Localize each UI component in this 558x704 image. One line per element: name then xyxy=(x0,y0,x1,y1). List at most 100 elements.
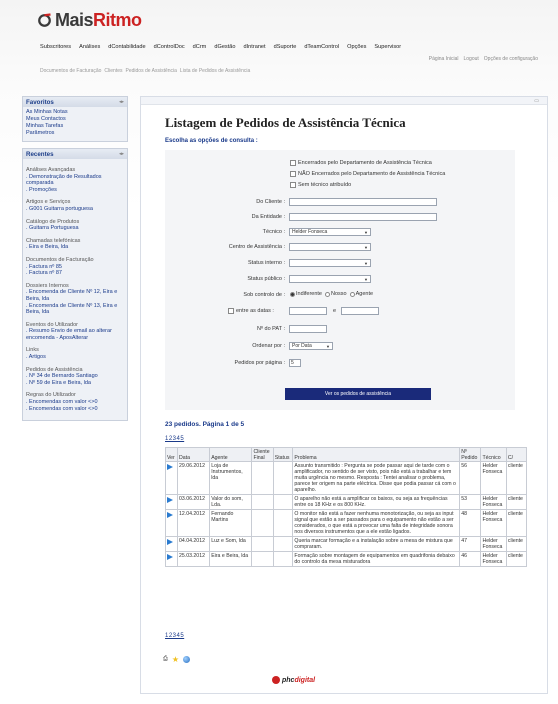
recent-item[interactable]: . Nº 59 de Eira e Beira, lda xyxy=(26,380,124,387)
breadcrumb-item[interactable]: Pedidos de Assistência xyxy=(126,68,177,74)
logo[interactable]: MaisRitmo xyxy=(37,10,142,31)
toplink-item[interactable]: Opções de configuração xyxy=(484,56,538,62)
topnav-item[interactable]: dGestão xyxy=(214,44,235,50)
pat-input[interactable] xyxy=(289,325,327,333)
recent-item[interactable]: . Encomenda de Cliente Nº 13, Eira e Bei… xyxy=(26,303,124,316)
public-status-select[interactable]: ▼ xyxy=(289,275,371,283)
column-header[interactable]: C/ xyxy=(505,447,528,462)
date-to-input[interactable] xyxy=(341,307,379,315)
table-row[interactable]: 25.03.2012 Eira e Beira, lda Formação sobr… xyxy=(165,551,528,567)
recent-item[interactable]: . Encomenda de Cliente Nº 12, Eira e Bei… xyxy=(26,289,124,302)
checkbox[interactable] xyxy=(290,182,296,188)
favorite-link[interactable]: Parâmetros xyxy=(26,130,124,137)
topnav-item[interactable]: Opções xyxy=(347,44,366,50)
table-row[interactable]: 03.06.2012 Valor do som, Lda. O aparelho n… xyxy=(165,494,528,510)
checkbox[interactable] xyxy=(290,171,296,177)
toplink-item[interactable]: Página Inicial xyxy=(429,56,459,62)
print-icon[interactable]: ⎙ xyxy=(163,656,168,663)
recent-item[interactable]: . Encomendas com valor <>0 xyxy=(26,399,124,406)
control-label: Sob controlo de : xyxy=(243,292,285,298)
play-icon[interactable] xyxy=(167,464,173,470)
technician-cell: Helder Fonseca xyxy=(480,536,507,552)
column-header[interactable]: Ver xyxy=(165,447,178,462)
column-header[interactable]: Técnico xyxy=(480,447,507,462)
close-icon[interactable]: ▭ xyxy=(534,98,539,104)
footer-brand[interactable]: phcdigital xyxy=(272,676,315,684)
breadcrumb-item[interactable]: Lista de Pedidos de Assistência xyxy=(180,68,250,74)
pagination-bottom[interactable]: 12345 xyxy=(165,633,184,639)
favorite-link[interactable]: Meus Contactos xyxy=(26,116,124,123)
recent-item[interactable]: . Encomendas com valor <>0 xyxy=(26,406,124,413)
order-select[interactable]: Por Data ▼ xyxy=(289,342,333,350)
topnav-item[interactable]: dSuporte xyxy=(274,44,297,50)
center-select[interactable]: ▼ xyxy=(289,243,371,251)
topnav-item[interactable]: dIntranet xyxy=(244,44,266,50)
breadcrumb-item[interactable]: Documentos de Facturação xyxy=(40,68,101,74)
collapse-icon[interactable]: ◂▸ xyxy=(119,151,124,157)
column-header[interactable]: Problema xyxy=(292,447,461,462)
end-client-cell xyxy=(251,494,274,510)
recent-item[interactable]: . Eira e Beira, lda xyxy=(26,244,124,251)
topnav-item[interactable]: Supervisor xyxy=(374,44,401,50)
favorite-link[interactable]: Minhas Tarefas xyxy=(26,123,124,130)
star-icon[interactable]: ★ xyxy=(172,655,179,664)
entity-input[interactable] xyxy=(289,213,437,221)
column-header[interactable]: Data xyxy=(176,447,211,462)
recent-item[interactable]: . G001 Guitarra portuguesa xyxy=(26,206,124,213)
table-row[interactable]: 04.04.2012 Luz e Som, lda Queria marcar fo… xyxy=(165,536,528,552)
radio-nosso[interactable] xyxy=(325,291,330,297)
table-row[interactable]: 12.04.2012 Fernando Martins O monitor não … xyxy=(165,509,528,537)
topnav-item[interactable]: Subscritores xyxy=(40,44,71,50)
topnav-item[interactable]: dTeamControl xyxy=(304,44,339,50)
topnav-item[interactable]: dContabilidade xyxy=(108,44,145,50)
recent-item[interactable]: . Nº 34 de Bernardo Santiago xyxy=(26,373,124,380)
topnav-item[interactable]: dCrm xyxy=(193,44,207,50)
recent-item[interactable]: . Factura nº 87 xyxy=(26,270,124,277)
column-header[interactable]: Status xyxy=(272,447,294,462)
breadcrumb-item[interactable]: Clientes xyxy=(104,68,122,74)
topnav-item[interactable]: dControlDoc xyxy=(154,44,185,50)
radio-agente[interactable] xyxy=(349,291,355,297)
play-icon[interactable] xyxy=(167,539,173,545)
number-cell: 47 xyxy=(459,536,482,552)
check-sem-tecnico[interactable]: Sem técnico atribuído xyxy=(290,182,351,188)
recent-item[interactable]: . Artigos xyxy=(26,354,124,361)
technician-select[interactable]: Helder Fonseca ▼ xyxy=(289,228,371,236)
table-row[interactable]: 29.06.2012 Loja de Instrumentos, lda Assun… xyxy=(165,461,528,495)
favorite-link[interactable]: As Minhas Notas xyxy=(26,109,124,116)
check-encerrados[interactable]: Encerrados pelo Departamento de Assistên… xyxy=(290,160,432,166)
date-range-checkbox[interactable] xyxy=(228,308,234,314)
date-from-input[interactable] xyxy=(289,307,327,315)
column-header[interactable]: Cliente Final xyxy=(251,447,274,462)
date-cell: 03.06.2012 xyxy=(176,494,211,510)
recent-item[interactable]: . Demonstração de Resultados comparada xyxy=(26,174,124,187)
recent-item[interactable]: . Resumo Envio de email ao alterar encom… xyxy=(26,328,124,341)
favorites-list: As Minhas Notas Meus Contactos Minhas Tare… xyxy=(23,107,127,141)
submit-button[interactable]: Ver os pedidos de assistência xyxy=(285,388,431,400)
recent-header: Recentes ◂▸ xyxy=(23,149,127,159)
check-nao-encerrados[interactable]: NÃO Encerrados pelo Departamento de Assi… xyxy=(290,171,445,177)
phc-logo-icon xyxy=(272,676,280,684)
column-header[interactable]: Nº Pedido xyxy=(459,447,482,462)
topnav-item[interactable]: Análises xyxy=(79,44,100,50)
checkbox[interactable] xyxy=(290,160,296,166)
play-icon[interactable] xyxy=(167,554,173,560)
internal-status-select[interactable]: ▼ xyxy=(289,259,371,267)
view-cell xyxy=(165,536,178,552)
recent-item[interactable]: . Promoções xyxy=(26,187,124,194)
globe-icon[interactable] xyxy=(182,656,190,663)
play-icon[interactable] xyxy=(167,497,173,503)
number-cell: 53 xyxy=(459,494,482,510)
per-page-input[interactable]: 5 xyxy=(289,359,301,367)
radio-indiferente[interactable] xyxy=(290,291,295,297)
recent-item[interactable]: . Guitarra Portuguesa xyxy=(26,225,124,232)
toplink-item[interactable]: Logout xyxy=(464,56,479,62)
chevron-down-icon: ▼ xyxy=(364,276,368,282)
client-input[interactable] xyxy=(289,198,437,206)
play-icon[interactable] xyxy=(167,512,173,518)
column-header[interactable]: Agente xyxy=(209,447,253,462)
recent-group: Regras do Utilizador. Encomendas com val… xyxy=(26,392,124,412)
pagination-top[interactable]: 12345 xyxy=(165,436,184,442)
collapse-icon[interactable]: ◂▸ xyxy=(119,99,124,105)
technician-value: Helder Fonseca xyxy=(292,229,328,235)
